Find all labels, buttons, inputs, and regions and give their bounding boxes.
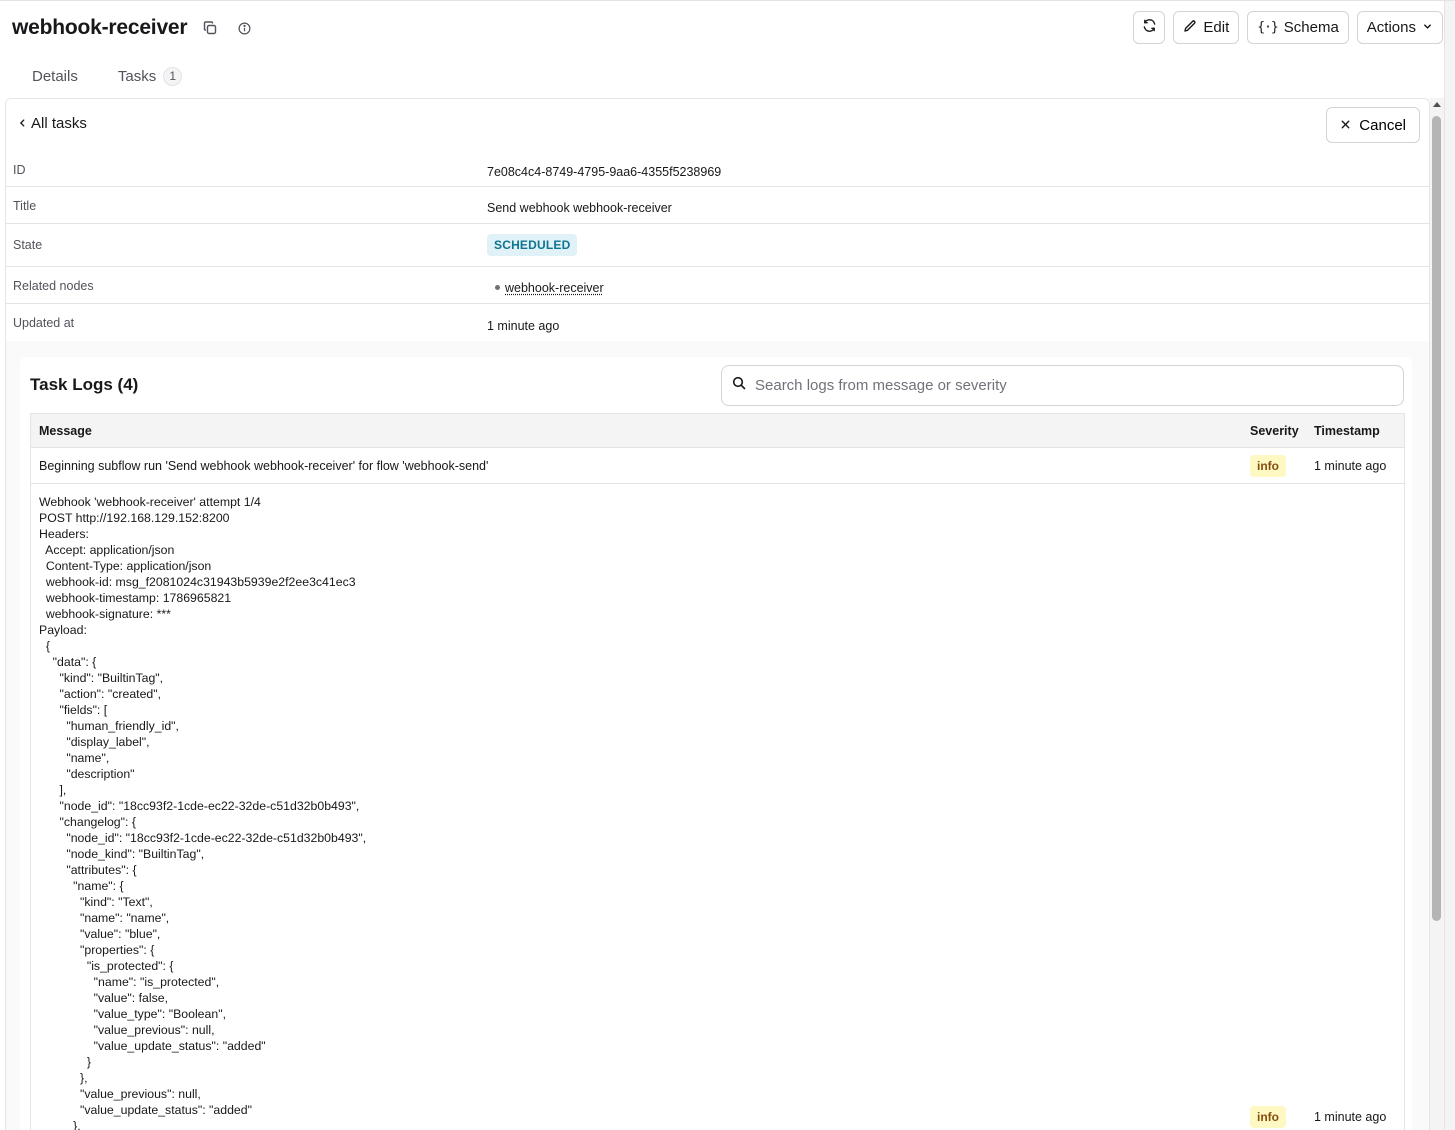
task-logs-card: Task Logs (4) Message Severity Timestamp… (20, 357, 1412, 1130)
prop-title-value: Send webhook webhook-receiver (487, 201, 672, 215)
window-edge (1444, 1, 1455, 1130)
prop-state-label: State (13, 238, 43, 252)
braces-icon: {·} (1257, 20, 1279, 35)
prop-updated-value: 1 minute ago (487, 319, 560, 333)
column-timestamp[interactable]: Timestamp (1314, 424, 1404, 438)
task-logs-table: Message Severity Timestamp Beginning sub… (30, 413, 1405, 1130)
prop-id-label: ID (13, 163, 26, 177)
panel-scrollbar[interactable] (1430, 98, 1444, 1130)
scroll-up-arrow-icon[interactable] (1433, 102, 1441, 107)
header-actions: Edit {·} Schema Actions (1133, 11, 1443, 44)
task-properties: ID 7e08c4c4-8749-4795-9aa6-4355f5238969 … (6, 153, 1429, 341)
log-message: Beginning subflow run 'Send webhook webh… (39, 458, 489, 473)
actions-label: Actions (1366, 19, 1416, 36)
chevron-down-icon (1422, 19, 1433, 36)
schema-label: Schema (1283, 19, 1339, 36)
log-search-box (721, 365, 1404, 406)
tab-bar: Details Tasks 1 (18, 61, 196, 91)
prop-row-related-nodes: Related nodes webhook-receiver (6, 267, 1429, 304)
edit-button[interactable]: Edit (1173, 11, 1240, 44)
task-detail-panel: All tasks Cancel ID 7e08c4c4-8749-4795-9… (5, 98, 1430, 1130)
cancel-task-button[interactable]: Cancel (1326, 107, 1420, 143)
task-logs-title: Task Logs (4) (30, 375, 139, 394)
chevron-left-icon (18, 115, 27, 132)
prop-updated-label: Updated at (13, 316, 75, 330)
log-message: Webhook 'webhook-receiver' attempt 1/4 P… (39, 495, 367, 1130)
search-icon (732, 376, 746, 395)
cancel-label: Cancel (1359, 116, 1406, 134)
scrollbar-thumb[interactable] (1432, 116, 1441, 921)
prop-row-updated-at: Updated at 1 minute ago (6, 304, 1429, 341)
tab-details-label: Details (32, 67, 78, 85)
page-header: webhook-receiver Edit {·} Schema Actions (0, 1, 1455, 55)
tab-tasks[interactable]: Tasks 1 (104, 62, 196, 90)
all-tasks-label: All tasks (31, 115, 87, 132)
refresh-icon (1142, 18, 1157, 37)
pencil-icon (1183, 19, 1197, 37)
node-dot-icon (495, 285, 500, 290)
edit-label: Edit (1203, 19, 1230, 36)
table-row: Beginning subflow run 'Send webhook webh… (31, 448, 1404, 484)
related-node-label: webhook-receiver (505, 280, 604, 295)
info-icon[interactable] (233, 17, 255, 39)
log-timestamp: 1 minute ago (1314, 1110, 1387, 1124)
prop-title-label: Title (13, 199, 37, 213)
app-window: webhook-receiver Edit {·} Schema Actions… (0, 0, 1455, 1130)
tab-tasks-label: Tasks (117, 67, 157, 85)
task-toolbar: All tasks Cancel (6, 99, 1429, 159)
severity-badge: info (1250, 1106, 1286, 1128)
state-badge: SCHEDULED (487, 234, 578, 256)
column-message[interactable]: Message (31, 424, 1250, 438)
refresh-button[interactable] (1133, 11, 1166, 44)
prop-row-title: Title Send webhook webhook-receiver (6, 187, 1429, 224)
prop-row-state: State SCHEDULED (6, 224, 1429, 267)
table-header: Message Severity Timestamp (31, 414, 1404, 448)
severity-badge: info (1250, 454, 1286, 477)
log-timestamp: 1 minute ago (1314, 458, 1387, 473)
column-severity[interactable]: Severity (1250, 424, 1314, 438)
log-search-input[interactable] (755, 377, 1375, 394)
page-title: webhook-receiver (12, 16, 188, 39)
tasks-count-badge: 1 (163, 66, 183, 86)
log-meta: info 1 minute ago (1250, 1106, 1404, 1130)
prop-id-value: 7e08c4c4-8749-4795-9aa6-4355f5238969 (487, 165, 722, 179)
copy-icon[interactable] (199, 17, 221, 39)
prop-row-id: ID 7e08c4c4-8749-4795-9aa6-4355f5238969 (6, 153, 1429, 187)
close-icon (1340, 117, 1351, 134)
prop-related-label: Related nodes (13, 279, 94, 293)
tab-details[interactable]: Details (18, 62, 92, 90)
related-node-link[interactable]: webhook-receiver (487, 281, 604, 295)
actions-button[interactable]: Actions (1356, 11, 1443, 44)
table-row: Webhook 'webhook-receiver' attempt 1/4 P… (31, 484, 1404, 1130)
all-tasks-link[interactable]: All tasks (18, 115, 87, 132)
schema-button[interactable]: {·} Schema (1247, 11, 1349, 44)
